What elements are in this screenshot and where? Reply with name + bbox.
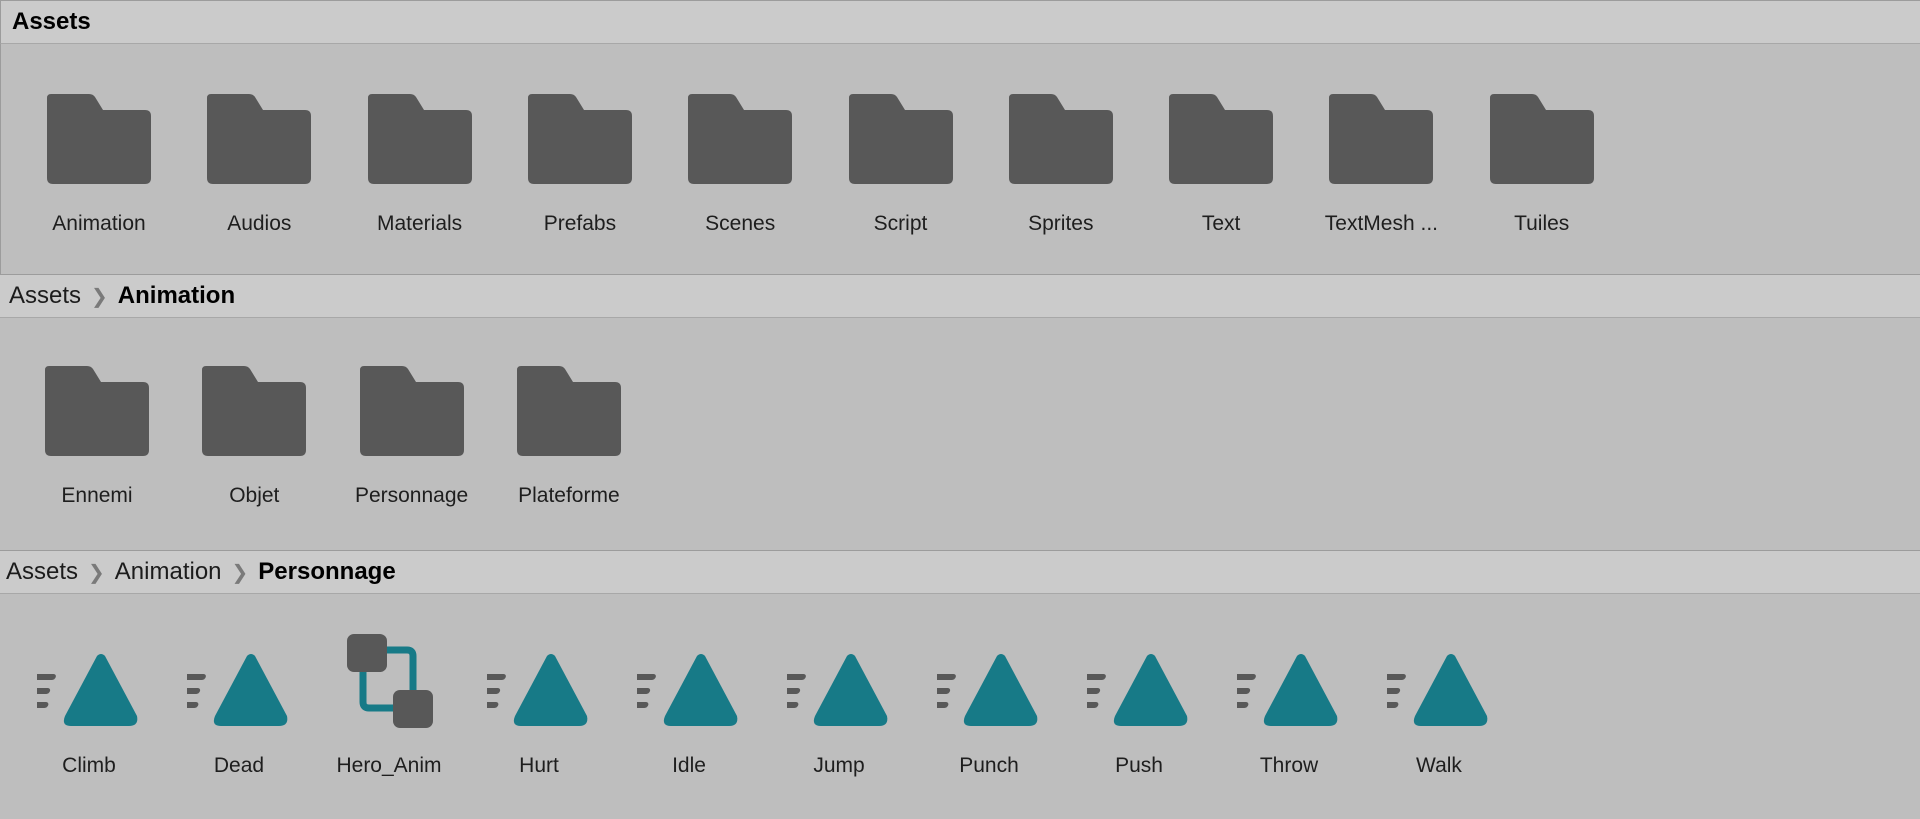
asset-label: Climb xyxy=(62,754,116,777)
asset-label: Ennemi xyxy=(61,484,133,507)
animation-clip-icon xyxy=(787,630,891,730)
asset-item[interactable]: Walk xyxy=(1364,630,1514,778)
asset-label: Objet xyxy=(229,484,280,507)
asset-label: Text xyxy=(1201,212,1241,235)
folder-icon xyxy=(516,366,621,456)
asset-item[interactable]: Climb xyxy=(14,630,164,778)
asset-label: Sprites xyxy=(1028,212,1094,235)
asset-label: Jump xyxy=(813,754,865,777)
asset-item[interactable]: Dead xyxy=(164,630,314,778)
asset-grid: Ennemi Objet Personnage Plateforme xyxy=(0,318,1920,551)
assets-panel: Assets Animation Audios Materials Prefab… xyxy=(0,0,1920,275)
asset-item[interactable]: Hurt xyxy=(464,630,614,778)
animation-panel: Assets ❯ Animation Ennemi Objet Personna… xyxy=(0,274,1920,551)
asset-grid: Climb Dead Hero_Anim Hurt Idle Jump Punc… xyxy=(0,594,1920,819)
asset-label: Punch xyxy=(959,754,1019,777)
asset-label: Materials xyxy=(376,212,463,235)
folder-icon xyxy=(1329,94,1434,184)
folder-icon xyxy=(688,94,793,184)
personnage-panel: Assets ❯ Animation ❯ Personnage Climb De… xyxy=(0,550,1920,819)
asset-item[interactable]: Audios xyxy=(184,94,334,236)
folder-icon xyxy=(359,366,464,456)
breadcrumb: Assets xyxy=(0,0,1920,44)
asset-item[interactable]: Scenes xyxy=(665,94,815,236)
asset-item[interactable]: Prefabs xyxy=(505,94,655,236)
asset-item[interactable]: Sprites xyxy=(986,94,1136,236)
folder-icon xyxy=(367,94,472,184)
asset-label: Plateforme xyxy=(518,484,620,507)
asset-item[interactable]: Tuiles xyxy=(1467,94,1617,236)
asset-item[interactable]: TextMesh ... xyxy=(1306,94,1456,236)
chevron-right-icon: ❯ xyxy=(88,561,105,584)
breadcrumb-item-assets[interactable]: Assets xyxy=(12,8,91,36)
breadcrumb-item-animation[interactable]: Animation xyxy=(115,558,222,586)
asset-item[interactable]: Punch xyxy=(914,630,1064,778)
asset-label: Audios xyxy=(227,212,292,235)
folder-icon xyxy=(848,94,953,184)
asset-item[interactable]: Personnage xyxy=(337,366,487,508)
asset-label: TextMesh ... xyxy=(1324,212,1438,235)
animation-clip-icon xyxy=(1387,630,1491,730)
asset-item[interactable]: Objet xyxy=(179,366,329,508)
folder-icon xyxy=(207,94,312,184)
asset-item[interactable]: Animation xyxy=(24,94,174,236)
breadcrumb-item-assets[interactable]: Assets xyxy=(6,558,78,586)
folder-icon xyxy=(527,94,632,184)
asset-item[interactable]: Hero_Anim xyxy=(314,630,464,778)
folder-icon xyxy=(1008,94,1113,184)
asset-item[interactable]: Push xyxy=(1064,630,1214,778)
asset-label: Script xyxy=(873,212,928,235)
breadcrumb-item-assets[interactable]: Assets xyxy=(9,282,81,310)
asset-item[interactable]: Script xyxy=(826,94,976,236)
asset-label: Hero_Anim xyxy=(336,754,442,777)
folder-icon xyxy=(202,366,307,456)
animator-controller-icon xyxy=(337,630,441,730)
asset-label: Scenes xyxy=(705,212,776,235)
breadcrumb: Assets ❯ Animation xyxy=(0,274,1920,318)
animation-clip-icon xyxy=(187,630,291,730)
animation-clip-icon xyxy=(637,630,741,730)
animation-clip-icon xyxy=(487,630,591,730)
asset-item[interactable]: Plateforme xyxy=(494,366,644,508)
breadcrumb-item-animation[interactable]: Animation xyxy=(118,282,235,310)
asset-item[interactable]: Throw xyxy=(1214,630,1364,778)
folder-icon xyxy=(45,366,149,456)
asset-label: Throw xyxy=(1259,754,1319,777)
asset-label: Personnage xyxy=(354,484,469,507)
asset-item[interactable]: Ennemi xyxy=(22,366,172,508)
folder-icon xyxy=(1489,94,1594,184)
asset-item[interactable]: Idle xyxy=(614,630,764,778)
asset-label: Idle xyxy=(672,754,706,777)
asset-item[interactable]: Text xyxy=(1146,94,1296,236)
asset-label: Dead xyxy=(213,754,265,777)
chevron-right-icon: ❯ xyxy=(231,561,249,584)
asset-grid: Animation Audios Materials Prefabs Scene… xyxy=(0,44,1920,275)
asset-label: Tuiles xyxy=(1514,212,1570,235)
animation-clip-icon xyxy=(937,630,1041,730)
asset-label: Walk xyxy=(1416,754,1462,777)
asset-label: Animation xyxy=(52,212,146,235)
folder-icon xyxy=(1169,94,1274,184)
breadcrumb-item-personnage[interactable]: Personnage xyxy=(258,558,395,586)
animation-clip-icon xyxy=(1237,630,1341,730)
animation-clip-icon xyxy=(37,630,141,730)
folder-icon xyxy=(47,94,151,184)
breadcrumb: Assets ❯ Animation ❯ Personnage xyxy=(0,550,1920,594)
asset-label: Hurt xyxy=(519,754,559,777)
asset-item[interactable]: Jump xyxy=(764,630,914,778)
asset-label: Prefabs xyxy=(543,212,617,235)
animation-clip-icon xyxy=(1087,630,1191,730)
asset-item[interactable]: Materials xyxy=(345,94,495,236)
chevron-right-icon: ❯ xyxy=(91,285,108,308)
asset-label: Push xyxy=(1115,754,1163,777)
